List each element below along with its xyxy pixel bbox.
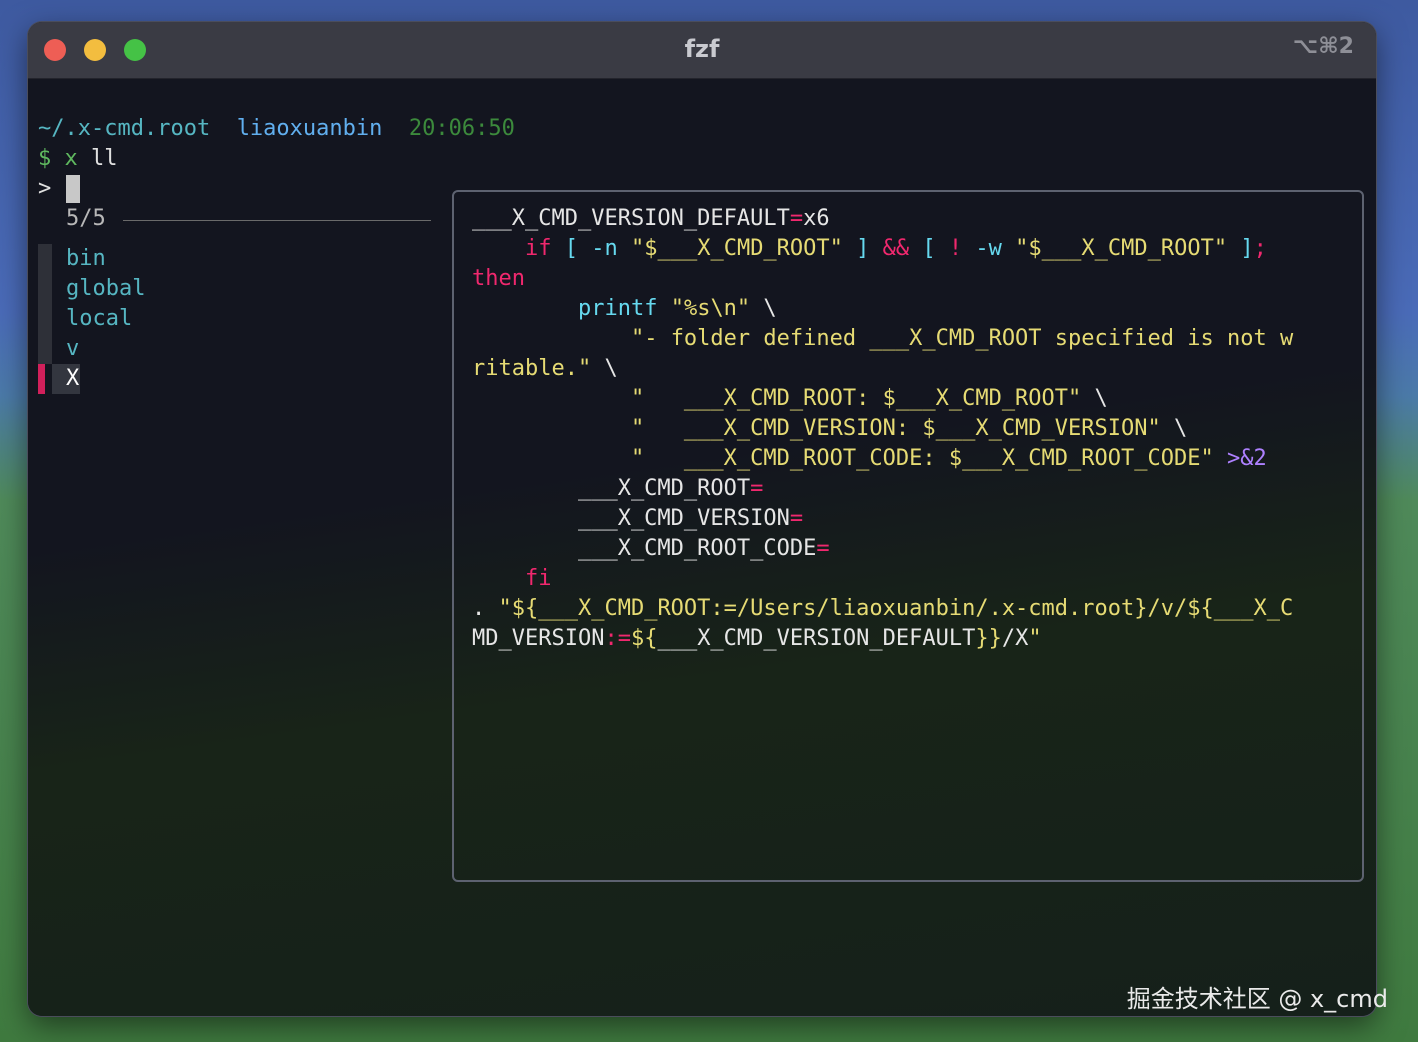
prompt-line: ~/.x-cmd.root liaoxuanbin 20:06:50 xyxy=(38,114,515,144)
fzf-preview-pane[interactable]: ___X_CMD_VERSION_DEFAULT=x6 if [ -n "$__… xyxy=(452,190,1364,882)
window-title: fzf xyxy=(684,35,720,63)
fzf-info-separator xyxy=(123,220,431,221)
title-bar[interactable]: fzf ⌥⌘2 xyxy=(28,22,1376,79)
fzf-selection-marker xyxy=(38,364,45,394)
fzf-gutter xyxy=(38,334,52,364)
window-shortcut: ⌥⌘2 xyxy=(1292,34,1354,59)
terminal-content[interactable]: ~/.x-cmd.root liaoxuanbin 20:06:50 $ x l… xyxy=(28,79,1376,1016)
fzf-match-count: 5/5 xyxy=(66,206,106,231)
fzf-list-item[interactable]: bin xyxy=(66,244,106,274)
command-argument: ll xyxy=(91,146,118,171)
fzf-gutter xyxy=(38,304,52,334)
fzf-gutter xyxy=(38,244,52,274)
fzf-list-item-selected[interactable]: X xyxy=(66,364,79,394)
command-name: x xyxy=(64,146,78,171)
preview-code: ___X_CMD_VERSION_DEFAULT=x6 if [ -n "$__… xyxy=(472,206,1294,651)
fzf-list-item[interactable]: local xyxy=(66,304,132,334)
fzf-input-marker: > xyxy=(38,176,52,201)
command-line: $ x ll xyxy=(38,144,118,174)
watermark: 掘金技术社区 @ x_cmd xyxy=(1126,985,1388,1013)
prompt-user: liaoxuanbin xyxy=(236,116,383,141)
fzf-input-cursor[interactable] xyxy=(66,175,80,203)
prompt-path: ~/.x-cmd.root xyxy=(38,116,211,141)
fzf-input-line: > xyxy=(38,174,51,204)
terminal-window: fzf ⌥⌘2 ~/.x-cmd.root liaoxuanbin 20:06:… xyxy=(28,22,1376,1016)
fzf-gutter xyxy=(38,274,52,304)
prompt-time: 20:06:50 xyxy=(408,116,515,141)
prompt-dollar: $ xyxy=(38,146,52,171)
fzf-list-item[interactable]: global xyxy=(66,274,145,304)
fzf-list-item[interactable]: v xyxy=(66,334,79,364)
